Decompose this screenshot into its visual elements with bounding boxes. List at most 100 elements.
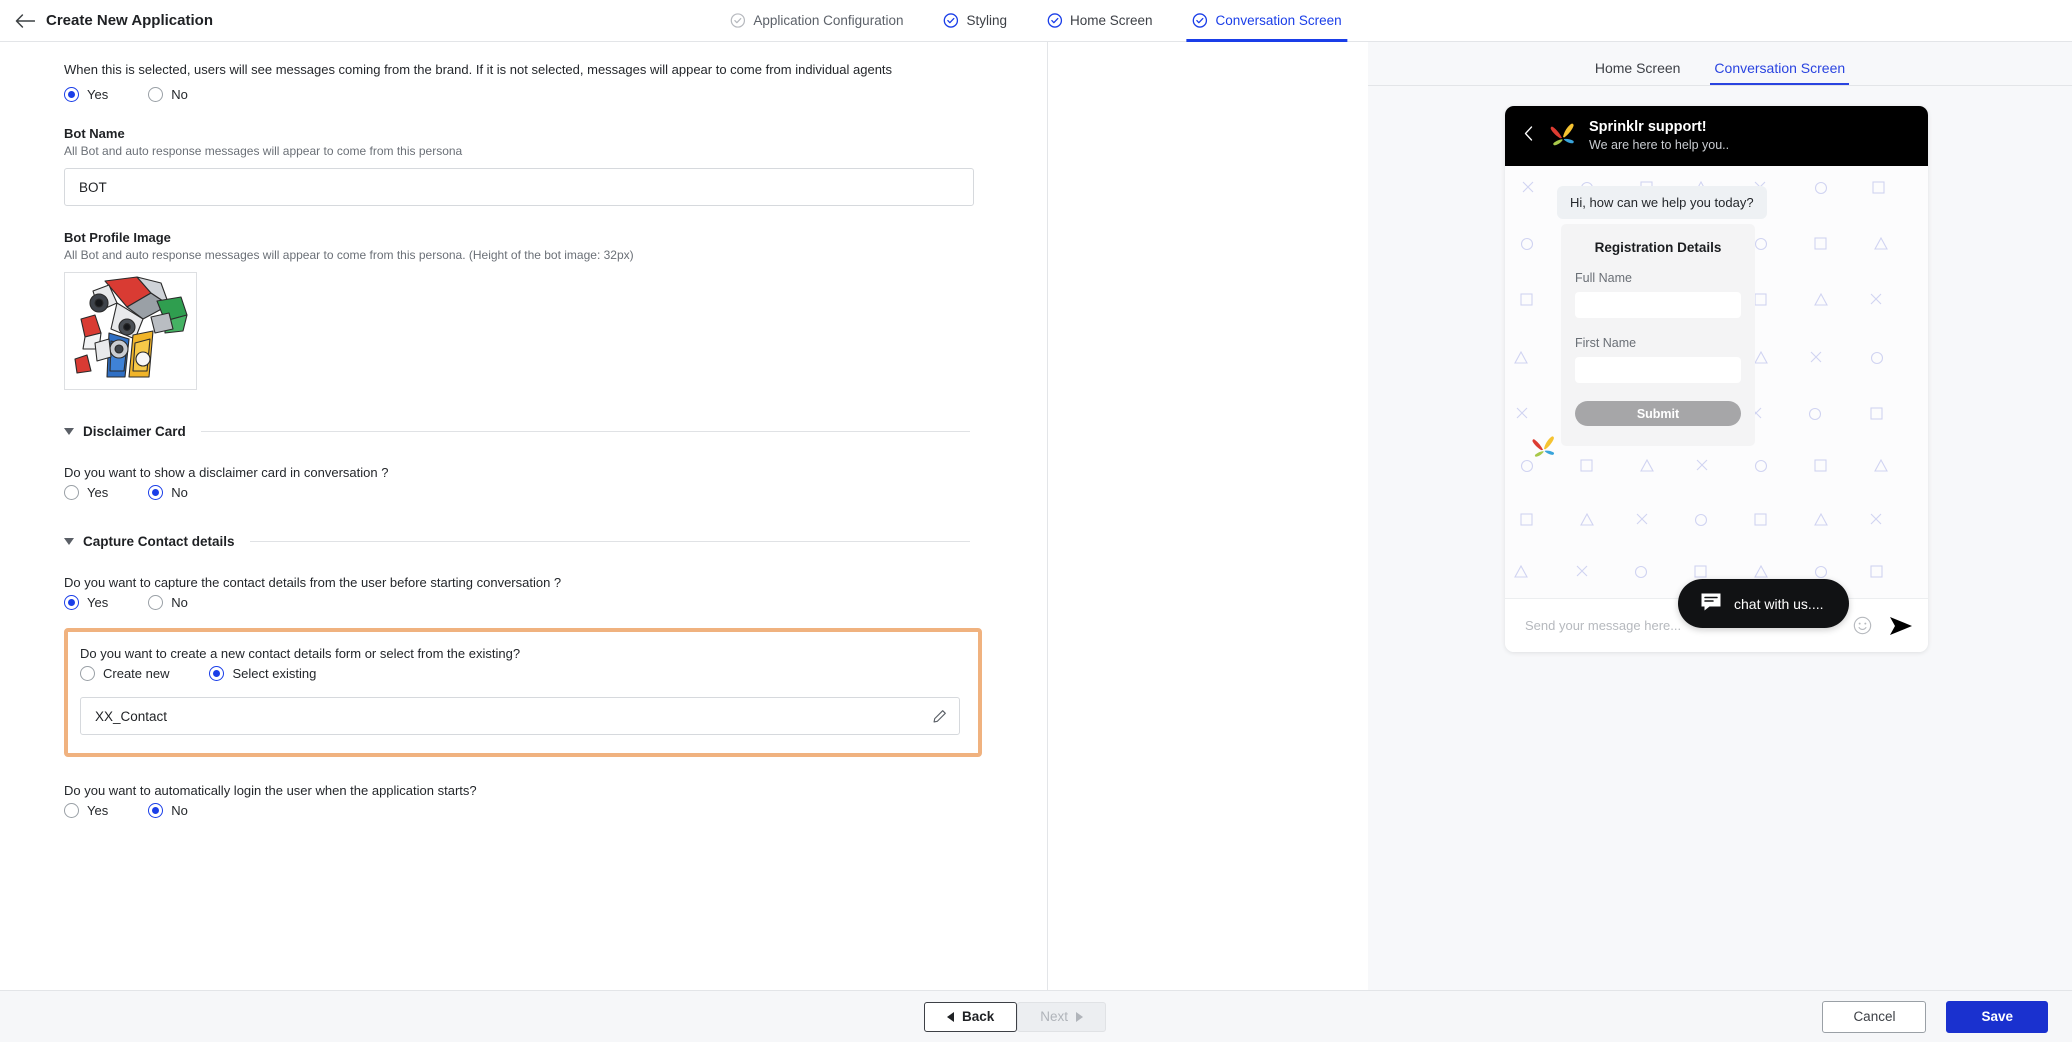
top-bar: Create New Application Application Confi… xyxy=(0,0,2072,42)
radio-label: No xyxy=(171,87,188,102)
step-styling[interactable]: Styling xyxy=(923,0,1027,42)
chat-launcher-label: chat with us.... xyxy=(1734,595,1824,612)
radio-icon xyxy=(80,666,95,681)
brand-radio-no[interactable]: No xyxy=(148,87,188,102)
bot-image-label: Bot Profile Image xyxy=(64,230,171,245)
widget-header-text: Sprinklr support! We are here to help yo… xyxy=(1589,119,1729,153)
radio-icon xyxy=(148,803,164,818)
chat-widget-preview: Sprinklr support! We are here to help yo… xyxy=(1505,106,1928,652)
preview-tab-conversation-screen[interactable]: Conversation Screen xyxy=(1710,60,1849,85)
widget-subtitle: We are here to help you.. xyxy=(1589,138,1730,152)
section-divider xyxy=(200,431,970,432)
radio-icon xyxy=(148,595,164,610)
brand-radio-yes[interactable]: Yes xyxy=(64,87,108,102)
radio-label: No xyxy=(171,595,188,610)
radio-icon xyxy=(148,485,164,500)
radio-icon xyxy=(64,595,79,610)
widget-header: Sprinklr support! We are here to help yo… xyxy=(1505,106,1928,166)
capture-radio-no[interactable]: No xyxy=(148,595,188,610)
chat-launcher-button[interactable]: chat with us.... xyxy=(1678,579,1850,628)
save-button[interactable]: Save xyxy=(1946,1000,2048,1033)
step-conversation-screen[interactable]: Conversation Screen xyxy=(1173,0,1362,42)
smiley-icon[interactable] xyxy=(1853,616,1872,635)
back-arrow-icon[interactable] xyxy=(14,10,36,32)
preview-tab-home-screen[interactable]: Home Screen xyxy=(1595,60,1681,85)
preview-tabs: Home Screen Conversation Screen xyxy=(1368,42,2072,86)
full-name-input[interactable] xyxy=(1575,292,1741,318)
submit-button[interactable]: Submit xyxy=(1575,401,1741,426)
autologin-radio-yes[interactable]: Yes xyxy=(64,803,108,818)
contact-form-radio-create-new[interactable]: Create new xyxy=(80,666,169,681)
capture-section-header: Capture Contact details xyxy=(64,534,970,549)
page-title: Create New Application xyxy=(46,12,213,29)
triangle-right-icon xyxy=(1076,1011,1084,1022)
step-home-screen[interactable]: Home Screen xyxy=(1027,0,1173,42)
settings-form-pane: When this is selected, users will see me… xyxy=(0,42,1048,990)
radio-label: Yes xyxy=(87,595,109,610)
registration-card-title: Registration Details xyxy=(1594,240,1722,255)
radio-label: Yes xyxy=(87,803,109,818)
radio-icon xyxy=(64,87,79,102)
existing-contact-form-select[interactable]: XX_Contact xyxy=(80,697,960,735)
full-name-label: Full Name xyxy=(1575,271,1632,285)
chat-bubble-icon xyxy=(1700,592,1722,615)
bot-name-field-block: Bot Name All Bot and auto response messa… xyxy=(64,126,974,206)
autologin-radio-group: Yes No xyxy=(64,803,970,818)
check-circle-icon xyxy=(730,13,746,28)
brand-radio-group: Yes No xyxy=(64,87,970,102)
bot-image-field-block: Bot Profile Image All Bot and auto respo… xyxy=(64,230,970,390)
section-divider xyxy=(249,541,970,542)
step-label: Styling xyxy=(966,13,1008,28)
check-circle-icon xyxy=(943,13,959,28)
radio-label: Select existing xyxy=(232,666,317,681)
back-button-label: Back xyxy=(962,1009,995,1024)
disclaimer-radio-group: Yes No xyxy=(64,485,970,500)
contact-form-radio-group: Create new Select existing xyxy=(80,666,966,681)
radio-label: Yes xyxy=(87,485,109,500)
check-circle-icon xyxy=(1192,13,1208,28)
brand-helper-text: When this is selected, users will see me… xyxy=(64,62,893,77)
radio-label: No xyxy=(171,803,188,818)
main-content: When this is selected, users will see me… xyxy=(0,42,2072,990)
bot-greeting-bubble: Hi, how can we help you today? xyxy=(1557,186,1767,219)
radio-label: Yes xyxy=(87,87,109,102)
radio-icon xyxy=(209,666,225,681)
capture-radio-group: Yes No xyxy=(64,595,970,610)
wizard-nav-buttons: Back Next xyxy=(924,1001,1107,1032)
caret-down-icon[interactable] xyxy=(64,428,74,435)
autologin-question: Do you want to automatically login the u… xyxy=(64,783,477,798)
existing-contact-form-value: XX_Contact xyxy=(95,708,168,724)
send-icon[interactable] xyxy=(1888,615,1914,637)
step-application-configuration[interactable]: Application Configuration xyxy=(710,0,923,42)
preview-pane: Home Screen Conversation Screen Sprinklr… xyxy=(1368,42,2072,990)
radio-icon xyxy=(64,485,79,500)
contact-form-radio-select-existing[interactable]: Select existing xyxy=(209,666,316,681)
widget-body: Hi, how can we help you today? Registrat… xyxy=(1505,166,1928,598)
bot-name-input[interactable]: BOT xyxy=(64,168,974,206)
chevron-left-icon[interactable] xyxy=(1519,126,1537,146)
first-name-input[interactable] xyxy=(1575,357,1741,383)
cancel-button[interactable]: Cancel xyxy=(1822,1000,1927,1033)
capture-section-title: Capture Contact details xyxy=(83,534,235,549)
step-label: Conversation Screen xyxy=(1215,13,1342,28)
disclaimer-radio-yes[interactable]: Yes xyxy=(64,485,108,500)
contact-form-question: Do you want to create a new contact deta… xyxy=(80,646,521,661)
radio-label: No xyxy=(171,485,188,500)
back-button[interactable]: Back xyxy=(924,1001,1018,1032)
disclaimer-radio-no[interactable]: No xyxy=(148,485,188,500)
bot-profile-image[interactable] xyxy=(64,272,197,390)
triangle-left-icon xyxy=(947,1011,954,1022)
next-button-label: Next xyxy=(1040,1009,1069,1024)
disclaimer-section-title: Disclaimer Card xyxy=(83,424,186,439)
capture-question: Do you want to capture the contact detai… xyxy=(64,575,562,590)
registration-card: Registration Details Full Name First Nam… xyxy=(1561,224,1755,446)
autologin-radio-no[interactable]: No xyxy=(148,803,188,818)
step-label: Home Screen xyxy=(1070,13,1153,28)
caret-down-icon[interactable] xyxy=(64,538,74,545)
capture-radio-yes[interactable]: Yes xyxy=(64,595,108,610)
radio-icon xyxy=(64,803,79,818)
bot-image-sublabel: All Bot and auto response messages will … xyxy=(64,248,634,262)
pencil-icon[interactable] xyxy=(932,709,947,724)
bot-name-label: Bot Name xyxy=(64,126,125,141)
bot-name-sublabel: All Bot and auto response messages will … xyxy=(64,144,463,158)
